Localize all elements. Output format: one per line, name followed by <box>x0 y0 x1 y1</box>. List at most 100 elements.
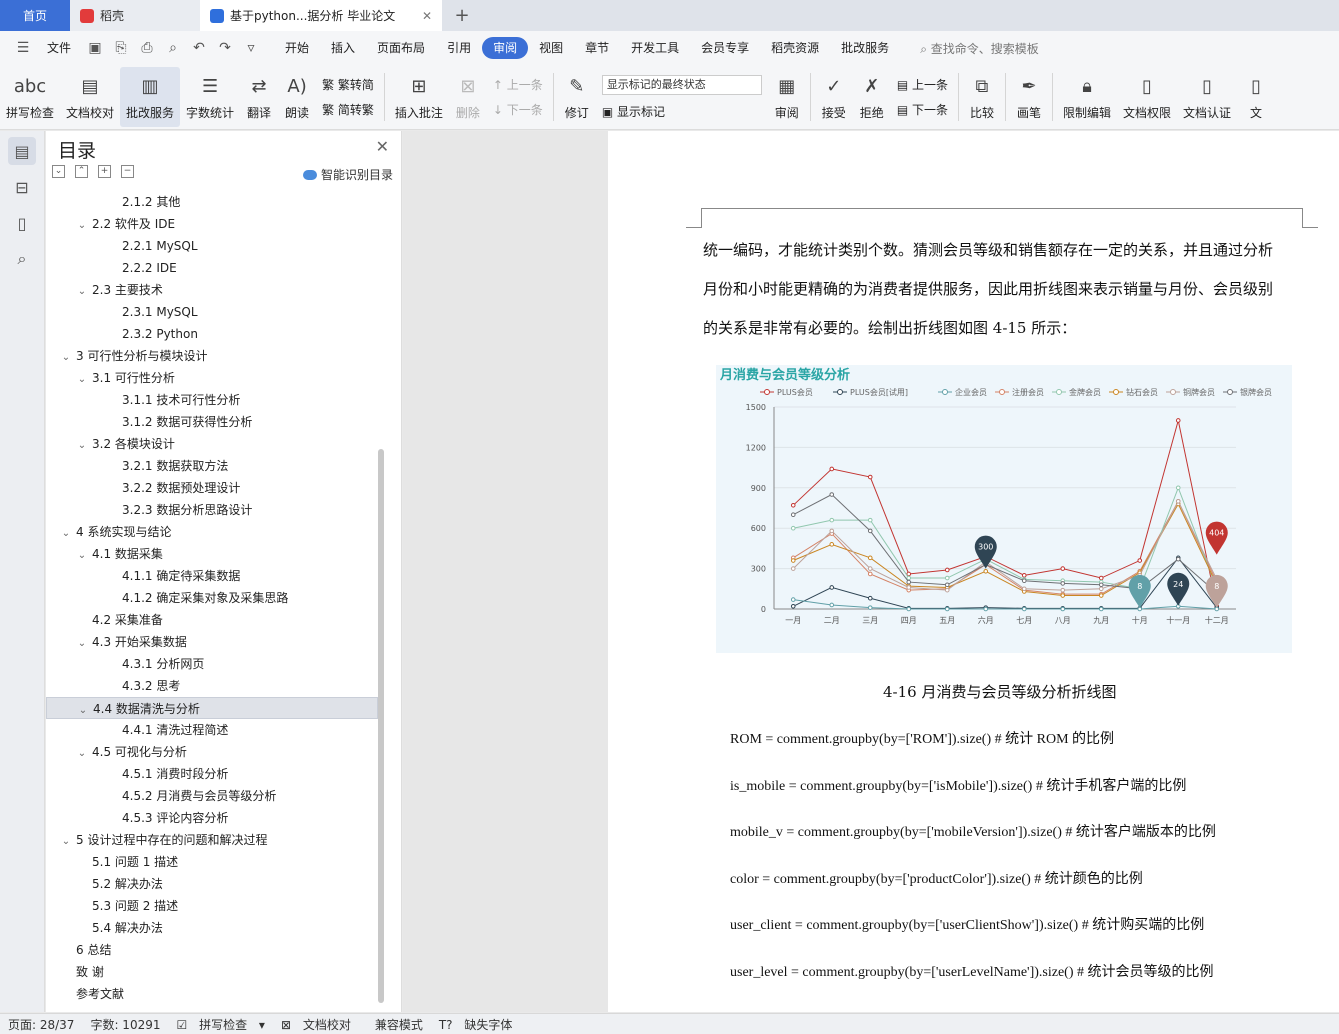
toc-item[interactable]: 3.2.1 数据获取方法 <box>46 455 378 477</box>
undo-icon[interactable]: ↶ <box>190 39 208 57</box>
translate-button[interactable]: ⇄ 翻译 <box>240 67 278 127</box>
spellcheck-status[interactable]: ☑ 拼写检查 ▾ <box>169 1016 273 1033</box>
compare-button[interactable]: ⧉ 比较 <box>963 67 1001 127</box>
toc-item[interactable]: 6 总结 <box>46 939 378 961</box>
chevron-down-icon[interactable]: ⌄ <box>76 633 88 653</box>
more-button[interactable]: ▯ 文 <box>1237 67 1275 127</box>
word-count-indicator[interactable]: 字数: 10291 <box>82 1016 168 1033</box>
correct-service-button[interactable]: ▥ 批改服务 <box>120 67 181 127</box>
chevron-down-icon[interactable]: ⌄ <box>76 281 88 301</box>
missing-font-status[interactable]: T? 缺失字体 <box>431 1016 529 1033</box>
menu-layout[interactable]: 页面布局 <box>366 37 436 59</box>
preview-icon[interactable]: ⌕ <box>164 39 182 57</box>
chevron-down-icon[interactable]: ⌄ <box>76 215 88 235</box>
to-traditional-button[interactable]: 繁 繁转简 <box>322 76 374 93</box>
toc-item[interactable]: 4.2 采集准备 <box>46 609 378 631</box>
toc-item[interactable]: 4.3.1 分析网页 <box>46 653 378 675</box>
toc-item[interactable]: ⌄ 2.2 软件及 IDE <box>46 213 378 235</box>
toc-item[interactable]: ⌄ 4.3 开始采集数据 <box>46 631 378 653</box>
toc-item[interactable]: 2.3.1 MySQL <box>46 301 378 323</box>
scrollbar[interactable] <box>378 449 384 1003</box>
toc-item[interactable]: ⌄ 4 系统实现与结论 <box>46 521 378 543</box>
navigation-icon[interactable]: ⊟ <box>8 173 36 201</box>
print-icon[interactable]: ⎙ <box>138 39 156 57</box>
toc-item[interactable]: 3.2.3 数据分析思路设计 <box>46 499 378 521</box>
restrict-edit-button[interactable]: 🔒︎ 限制编辑 <box>1057 67 1117 127</box>
menu-view[interactable]: 视图 <box>528 37 574 59</box>
export-icon[interactable]: ⎘ <box>112 39 130 57</box>
revise-button[interactable]: ✎ 修订 <box>558 67 596 127</box>
next-revision-button[interactable]: ▤ 下一条 <box>897 101 948 118</box>
chevron-down-icon[interactable]: ⌄ <box>60 831 72 851</box>
prev-revision-button[interactable]: ▤ 上一条 <box>897 76 948 93</box>
toc-item[interactable]: 2.1.2 其他 <box>46 191 378 213</box>
chevron-down-icon[interactable]: ⌄ <box>60 347 72 367</box>
doc-cert-button[interactable]: ▯ 文档认证 <box>1177 67 1237 127</box>
toc-item[interactable]: 4.1.2 确定采集对象及采集思路 <box>46 587 378 609</box>
toc-item[interactable]: ⌄ 2.3 主要技术 <box>46 279 378 301</box>
hamburger-icon[interactable]: ☰ <box>14 39 32 57</box>
plus-icon[interactable]: + <box>98 165 111 178</box>
toc-panel-icon[interactable]: ▤ <box>8 137 36 165</box>
doc-rights-button[interactable]: ▯ 文档权限 <box>1117 67 1177 127</box>
toc-item[interactable]: 5.4 解决办法 <box>46 917 378 939</box>
toc-item[interactable]: 2.2.1 MySQL <box>46 235 378 257</box>
toc-item[interactable]: 3.1.1 技术可行性分析 <box>46 389 378 411</box>
next-comment-button[interactable]: ↓ 下一条 <box>493 101 543 118</box>
pen-button[interactable]: ✒ 画笔 <box>1010 67 1048 127</box>
chevron-down-icon[interactable]: ⌄ <box>60 523 72 543</box>
toc-item[interactable]: ⌄ 4.5 可视化与分析 <box>46 741 378 763</box>
toc-item[interactable]: 5.3 问题 2 描述 <box>46 895 378 917</box>
toc-item[interactable]: ⌄ 5 设计过程中存在的问题和解决过程 <box>46 829 378 851</box>
smart-toc-button[interactable]: 智能识别目录 <box>302 166 393 183</box>
menu-member[interactable]: 会员专享 <box>690 37 760 59</box>
redo-icon[interactable]: ↷ <box>216 39 234 57</box>
markup-select[interactable]: 显示标记的最终状态 <box>601 74 762 95</box>
collapse-all-icon[interactable]: ⌄ <box>52 165 65 178</box>
bookmark-icon[interactable]: ▯ <box>8 209 36 237</box>
close-icon[interactable]: ✕ <box>376 137 389 156</box>
doc-proof-button[interactable]: ▤ 文档校对 <box>60 67 120 127</box>
toc-item[interactable]: 4.5.3 评论内容分析 <box>46 807 378 829</box>
toc-item[interactable]: 3.2.2 数据预处理设计 <box>46 477 378 499</box>
menu-start[interactable]: 开始 <box>274 37 320 59</box>
insert-comment-button[interactable]: ⊞ 插入批注 <box>389 67 449 127</box>
toc-item[interactable]: ⌄ 4.4 数据清洗与分析 <box>46 697 378 719</box>
chevron-down-icon[interactable]: ▿ <box>242 39 260 57</box>
chevron-down-icon[interactable]: ⌄ <box>76 545 88 565</box>
toc-item[interactable]: 2.3.2 Python <box>46 323 378 345</box>
toc-item[interactable]: 4.5.1 消费时段分析 <box>46 763 378 785</box>
chevron-down-icon[interactable]: ⌄ <box>76 435 88 455</box>
tab-docer[interactable]: 稻壳 <box>70 0 200 31</box>
menu-file[interactable]: 文件 <box>36 37 82 59</box>
accept-button[interactable]: ✓ 接受 <box>815 67 853 127</box>
menu-docer-resource[interactable]: 稻壳资源 <box>760 37 830 59</box>
show-markup-button[interactable]: ▣ 显示标记 <box>602 103 762 120</box>
minus-icon[interactable]: − <box>121 165 134 178</box>
toc-item[interactable]: ⌄ 4.1 数据采集 <box>46 543 378 565</box>
toc-item[interactable]: ⌄ 3.2 各模块设计 <box>46 433 378 455</box>
expand-all-icon[interactable]: ⌃ <box>75 165 88 178</box>
toc-item[interactable]: 5.1 问题 1 描述 <box>46 851 378 873</box>
menu-devtools[interactable]: 开发工具 <box>620 37 690 59</box>
toc-item[interactable]: 参考文献 <box>46 983 378 1005</box>
menu-review[interactable]: 审阅 <box>482 37 529 59</box>
toc-item[interactable]: 2.2.2 IDE <box>46 257 378 279</box>
page-indicator[interactable]: 页面: 28/37 <box>0 1016 82 1033</box>
prev-comment-button[interactable]: ↑ 上一条 <box>493 76 543 93</box>
command-search[interactable]: ⌕ 查找命令、搜索模板 <box>920 40 1039 57</box>
word-count-button[interactable]: ☰ 字数统计 <box>180 67 240 127</box>
toc-item[interactable]: 4.3.2 思考 <box>46 675 378 697</box>
toc-item[interactable]: 致 谢 <box>46 961 378 983</box>
menu-insert[interactable]: 插入 <box>320 37 366 59</box>
reject-button[interactable]: ✗ 拒绝 <box>853 67 891 127</box>
spellcheck-button[interactable]: abc 拼写检查 <box>0 67 60 127</box>
delete-comment-button[interactable]: ⊠ 删除 <box>449 67 487 127</box>
toc-item[interactable]: 4.4.1 清洗过程简述 <box>46 719 378 741</box>
to-simplified-button[interactable]: 繁 简转繁 <box>322 101 374 118</box>
toc-item[interactable]: 4.1.1 确定待采集数据 <box>46 565 378 587</box>
proof-status[interactable]: ⊠ 文档校对 <box>273 1016 367 1033</box>
review-pane-button[interactable]: ▦ 审阅 <box>768 67 806 127</box>
toc-item[interactable]: ⌄ 3 可行性分析与模块设计 <box>46 345 378 367</box>
toc-item[interactable]: 3.1.2 数据可获得性分析 <box>46 411 378 433</box>
